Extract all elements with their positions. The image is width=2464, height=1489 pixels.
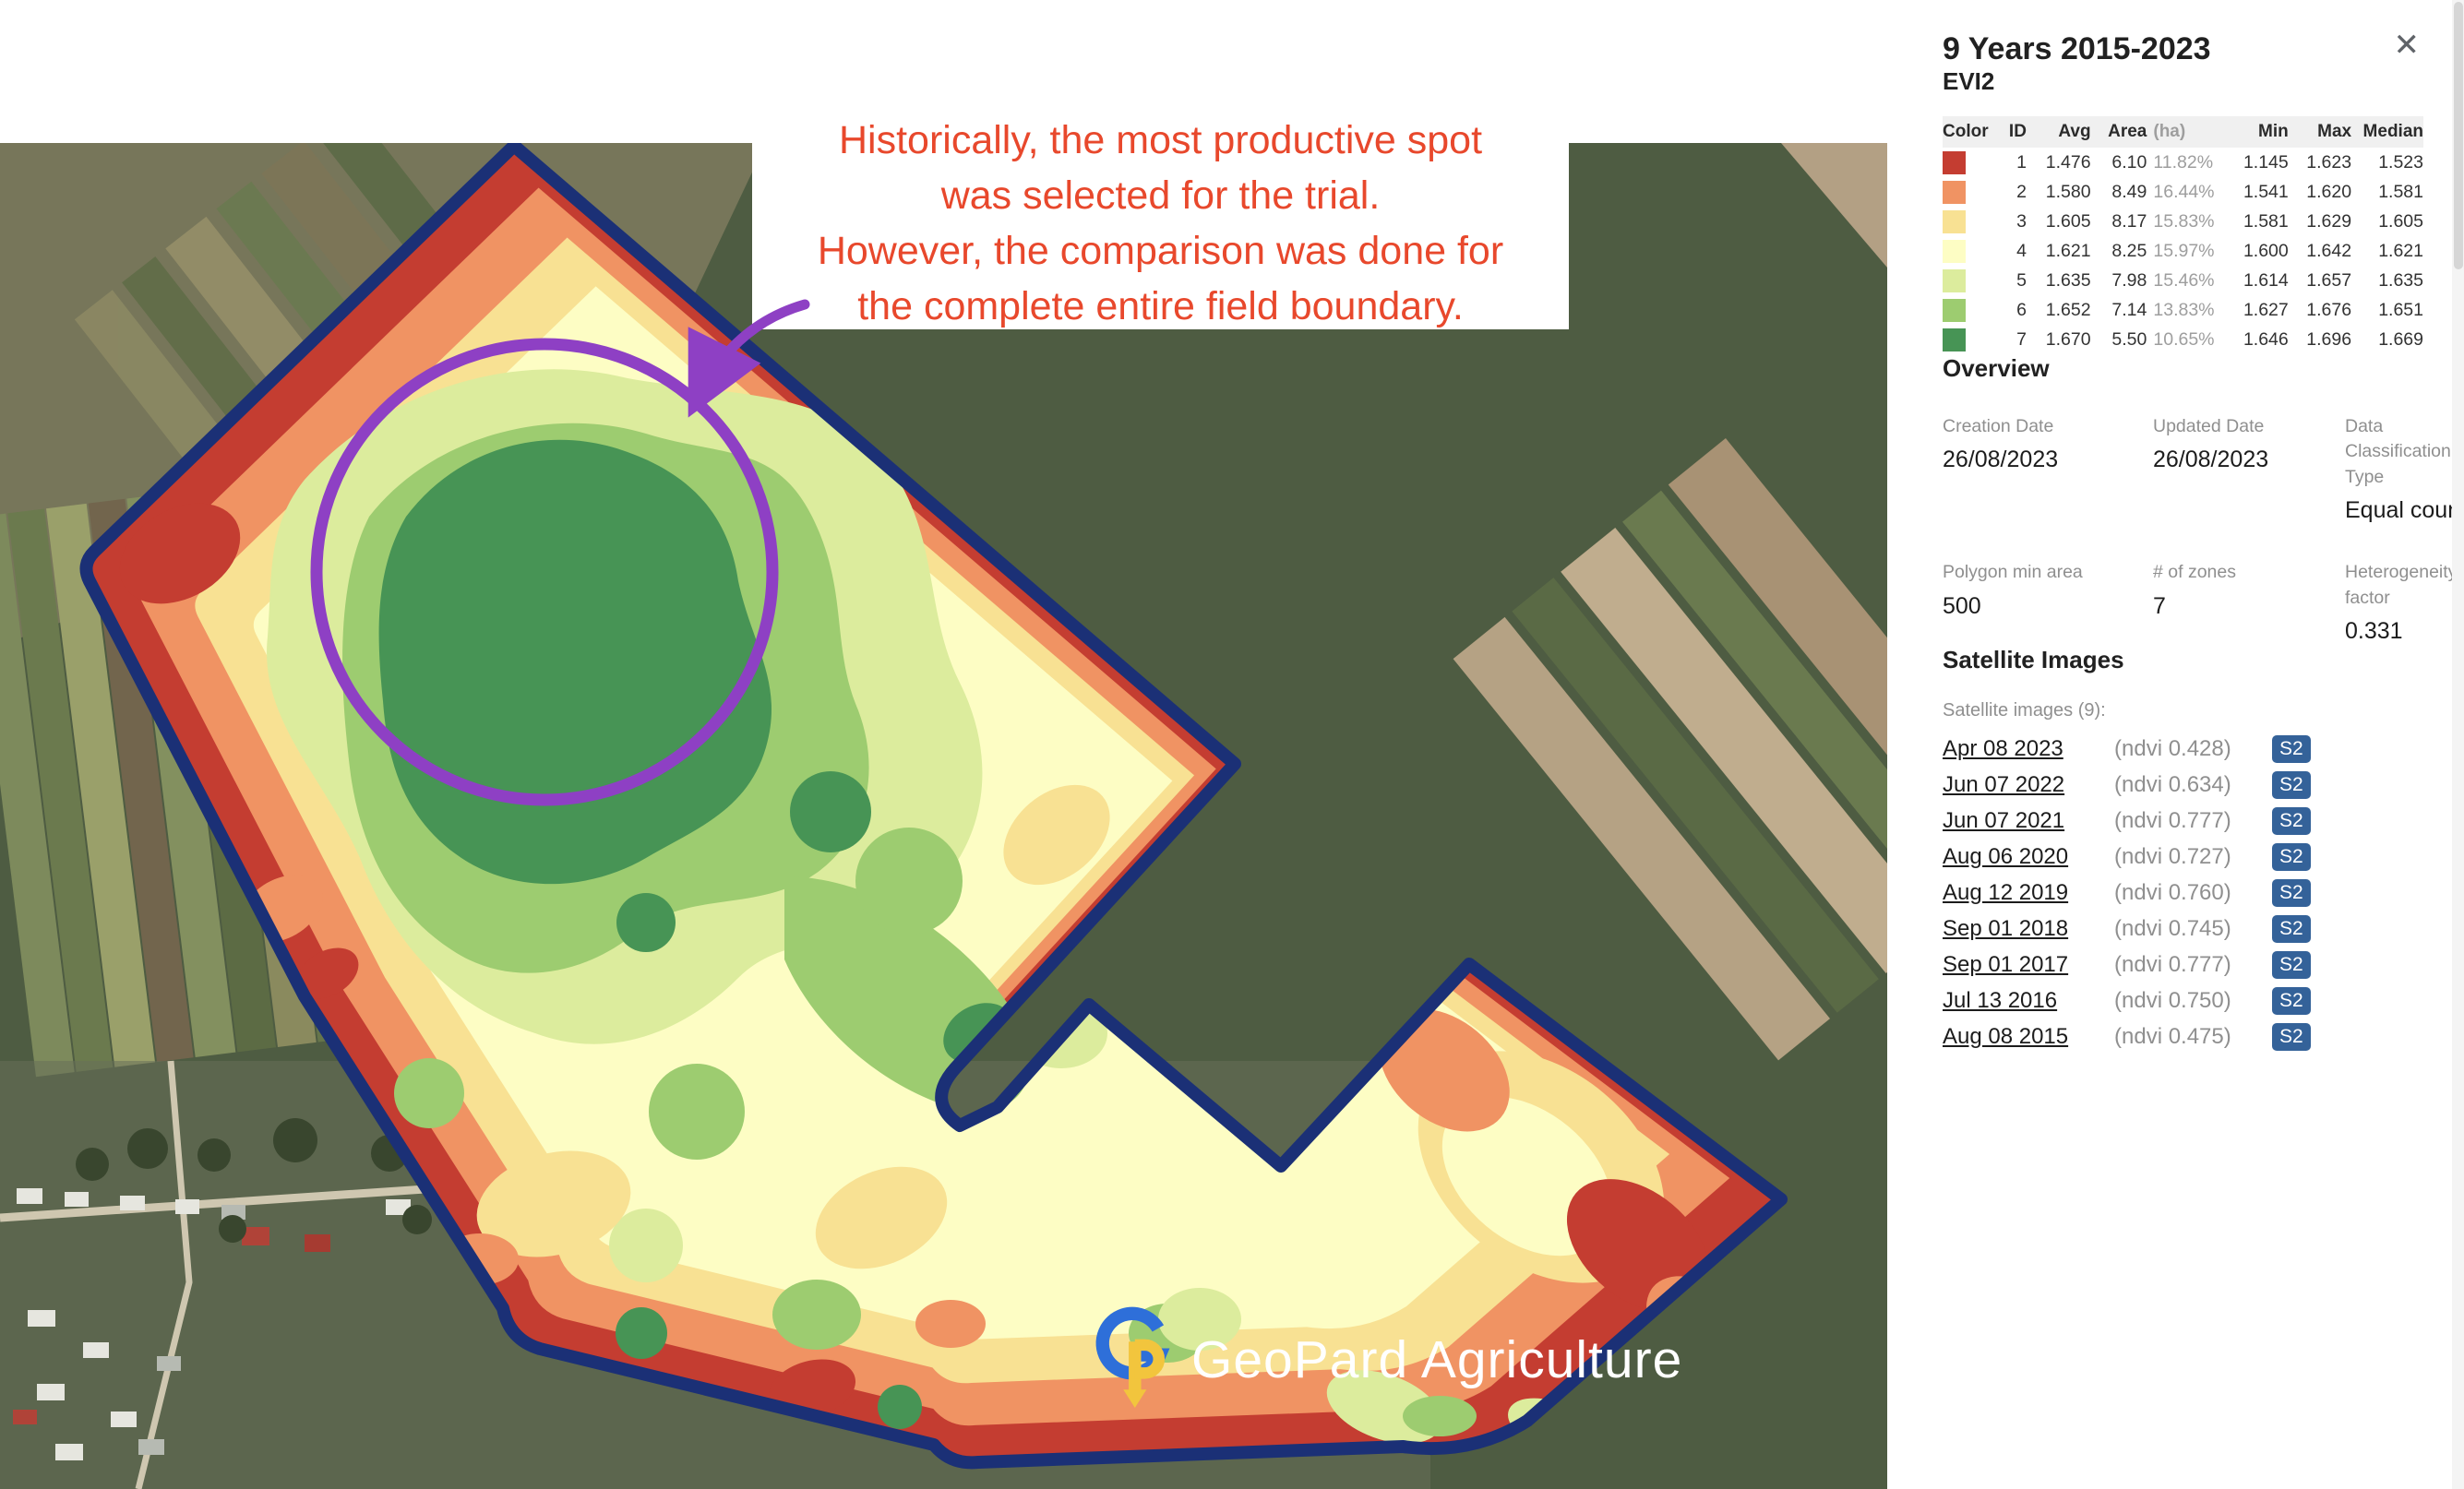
col-color: Color bbox=[1943, 116, 1993, 148]
satellite-date-link[interactable]: Aug 12 2019 bbox=[1943, 880, 2090, 906]
list-item: Jun 07 2022 (ndvi 0.634) S2 bbox=[1943, 767, 2423, 803]
sidebar-scrollbar[interactable] bbox=[2452, 0, 2464, 1489]
list-item: Apr 08 2023 (ndvi 0.428) S2 bbox=[1943, 731, 2423, 767]
overview-field: Creation Date 26/08/2023 bbox=[1943, 414, 2127, 525]
geopard-logo: GeoPard Agriculture bbox=[1094, 1303, 1682, 1417]
zone-color-swatch bbox=[1943, 299, 1966, 322]
list-item: Sep 01 2017 (ndvi 0.777) S2 bbox=[1943, 947, 2423, 983]
evi2-header-row: Color ID Avg Area (ha) Min Max Median bbox=[1943, 116, 2423, 148]
zone-color-swatch bbox=[1943, 151, 1966, 174]
ndvi-value: (ndvi 0.760) bbox=[2114, 880, 2267, 906]
s2-badge[interactable]: S2 bbox=[2272, 951, 2311, 979]
s2-badge[interactable]: S2 bbox=[2272, 771, 2311, 799]
overview-heading: Overview bbox=[1943, 354, 2423, 383]
overview-field: Heterogeneity factor 0.331 bbox=[2345, 560, 2464, 646]
ndvi-value: (ndvi 0.475) bbox=[2114, 1024, 2267, 1050]
ndvi-value: (ndvi 0.727) bbox=[2114, 844, 2267, 870]
col-id: ID bbox=[1993, 116, 2027, 148]
list-item: Aug 12 2019 (ndvi 0.760) S2 bbox=[1943, 875, 2423, 911]
satellite-date-link[interactable]: Apr 08 2023 bbox=[1943, 736, 2090, 762]
ndvi-value: (ndvi 0.777) bbox=[2114, 952, 2267, 978]
list-item: Aug 08 2015 (ndvi 0.475) S2 bbox=[1943, 1018, 2423, 1054]
col-min: Min bbox=[2224, 116, 2289, 148]
table-row: 1 1.476 6.10 11.82% 1.145 1.623 1.523 bbox=[1943, 148, 2423, 177]
zone-color-swatch bbox=[1943, 269, 1966, 292]
col-area: Area bbox=[2091, 116, 2147, 148]
scrollbar-thumb[interactable] bbox=[2454, 2, 2463, 269]
satellite-date-link[interactable]: Aug 06 2020 bbox=[1943, 844, 2090, 870]
ndvi-value: (ndvi 0.777) bbox=[2114, 808, 2267, 834]
list-item: Jul 13 2016 (ndvi 0.750) S2 bbox=[1943, 983, 2423, 1018]
satellite-count-label: Satellite images (9): bbox=[1943, 700, 2423, 721]
satellite-date-link[interactable]: Jun 07 2021 bbox=[1943, 808, 2090, 834]
overview-field: Updated Date 26/08/2023 bbox=[2153, 414, 2319, 525]
col-median: Median bbox=[2351, 116, 2423, 148]
satellite-date-link[interactable]: Sep 01 2017 bbox=[1943, 952, 2090, 978]
zone-color-swatch bbox=[1943, 328, 1966, 351]
map-annotation: Historically, the most productive spot w… bbox=[752, 0, 1569, 329]
geopard-pin-icon bbox=[1094, 1303, 1173, 1417]
table-row: 5 1.635 7.98 15.46% 1.614 1.657 1.635 bbox=[1943, 266, 2423, 295]
table-row: 3 1.605 8.17 15.83% 1.581 1.629 1.605 bbox=[1943, 207, 2423, 236]
list-item: Aug 06 2020 (ndvi 0.727) S2 bbox=[1943, 839, 2423, 875]
zone-color-swatch bbox=[1943, 240, 1966, 263]
s2-badge[interactable]: S2 bbox=[2272, 807, 2311, 835]
map-canvas[interactable]: Historically, the most productive spot w… bbox=[0, 0, 1887, 1489]
table-row: 4 1.621 8.25 15.97% 1.600 1.642 1.621 bbox=[1943, 236, 2423, 266]
s2-badge[interactable]: S2 bbox=[2272, 915, 2311, 943]
zone-color-swatch bbox=[1943, 210, 1966, 233]
ndvi-value: (ndvi 0.428) bbox=[2114, 736, 2267, 762]
s2-badge[interactable]: S2 bbox=[2272, 843, 2311, 871]
col-area-unit: (ha) bbox=[2147, 116, 2224, 148]
evi2-table: Color ID Avg Area (ha) Min Max Median 1 … bbox=[1943, 116, 2423, 354]
list-item: Sep 01 2018 (ndvi 0.745) S2 bbox=[1943, 911, 2423, 947]
satellite-date-link[interactable]: Jul 13 2016 bbox=[1943, 988, 2090, 1014]
s2-badge[interactable]: S2 bbox=[2272, 735, 2311, 763]
satellite-date-link[interactable]: Aug 08 2015 bbox=[1943, 1024, 2090, 1050]
overview-field: # of zones 7 bbox=[2153, 560, 2319, 646]
col-max: Max bbox=[2289, 116, 2351, 148]
s2-badge[interactable]: S2 bbox=[2272, 987, 2311, 1015]
geopard-app: Historically, the most productive spot w… bbox=[0, 0, 2464, 1489]
annotation-line: However, the comparison was done for bbox=[752, 223, 1569, 279]
annotation-line: the complete entire field boundary. bbox=[752, 279, 1569, 334]
table-row: 2 1.580 8.49 16.44% 1.541 1.620 1.581 bbox=[1943, 177, 2423, 207]
annotation-line: Historically, the most productive spot bbox=[752, 113, 1569, 168]
annotation-line: was selected for the trial. bbox=[752, 168, 1569, 223]
s2-badge[interactable]: S2 bbox=[2272, 879, 2311, 907]
satellite-images-heading: Satellite Images bbox=[1943, 646, 2423, 674]
overview-field: Data Classification Type Equal count bbox=[2345, 414, 2464, 525]
satellite-date-link[interactable]: Sep 01 2018 bbox=[1943, 916, 2090, 942]
details-sidebar: 9 Years 2015-2023 ✕ EVI2 Color ID Avg Ar… bbox=[1887, 0, 2464, 1489]
overview-field: Polygon min area 500 bbox=[1943, 560, 2127, 646]
page-title: 9 Years 2015-2023 bbox=[1943, 31, 2211, 67]
zone-color-swatch bbox=[1943, 181, 1966, 204]
satellite-date-link[interactable]: Jun 07 2022 bbox=[1943, 772, 2090, 798]
ndvi-value: (ndvi 0.750) bbox=[2114, 988, 2267, 1014]
ndvi-value: (ndvi 0.634) bbox=[2114, 772, 2267, 798]
table-row: 7 1.670 5.50 10.65% 1.646 1.696 1.669 bbox=[1943, 325, 2423, 354]
close-icon[interactable]: ✕ bbox=[2390, 30, 2424, 61]
overview-grid: Creation Date 26/08/2023 Updated Date 26… bbox=[1943, 414, 2423, 646]
ndvi-value: (ndvi 0.745) bbox=[2114, 916, 2267, 942]
logo-text: GeoPard Agriculture bbox=[1191, 1329, 1682, 1390]
s2-badge[interactable]: S2 bbox=[2272, 1023, 2311, 1051]
list-item: Jun 07 2021 (ndvi 0.777) S2 bbox=[1943, 803, 2423, 839]
satellite-image-list: Apr 08 2023 (ndvi 0.428) S2 Jun 07 2022 … bbox=[1943, 731, 2423, 1054]
table-row: 6 1.652 7.14 13.83% 1.627 1.676 1.651 bbox=[1943, 295, 2423, 325]
evi2-heading: EVI2 bbox=[1943, 67, 2423, 96]
col-avg: Avg bbox=[2027, 116, 2091, 148]
